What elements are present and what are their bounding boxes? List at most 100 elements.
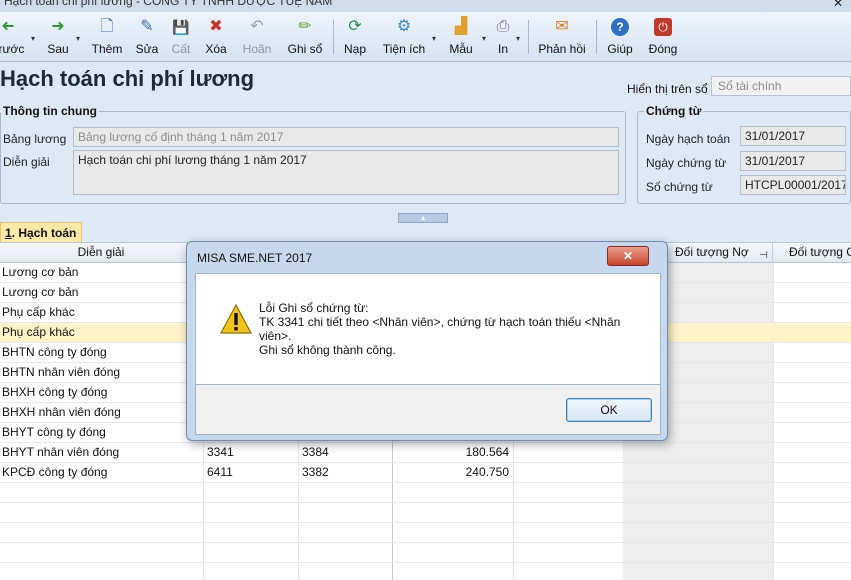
empty-table-row[interactable]: [0, 483, 851, 503]
tab-accounting[interactable]: 1. Hạch toán: [0, 222, 82, 242]
voucher-number-field[interactable]: HTCPL00001/2017: [740, 175, 846, 195]
arrow-right-icon: ➜: [51, 18, 65, 35]
dialog-message-line: Lỗi Ghi sổ chứng từ:: [259, 301, 369, 315]
general-info-group: Thông tin chung Bảng lương Bảng lương cố…: [0, 104, 626, 204]
tab-number: 1: [5, 226, 12, 240]
add-button[interactable]: 🗋 Thêm: [88, 14, 126, 60]
template-dropdown-arrow[interactable]: ▾: [479, 34, 489, 44]
dialog-footer: OK: [195, 385, 661, 435]
previous-button[interactable]: ➜ Trước: [0, 14, 28, 60]
empty-table-row[interactable]: [0, 563, 851, 580]
help-icon: ?: [611, 18, 629, 36]
salary-sheet-field[interactable]: Bảng lương cố định tháng 1 năm 2017: [73, 127, 619, 147]
feedback-label: Phản hồi: [538, 42, 586, 56]
cell-description[interactable]: Phụ cấp khác: [0, 323, 203, 343]
reload-button[interactable]: ⟳ Nạp: [340, 14, 370, 60]
delete-button[interactable]: ✖ Xóa: [200, 14, 232, 60]
add-label: Thêm: [91, 42, 123, 56]
cell-description[interactable]: BHYT nhân viên đóng: [0, 443, 203, 463]
template-chart-icon: ▟: [454, 18, 468, 35]
dialog-body: Lỗi Ghi sổ chứng từ: TK 3341 chi tiết th…: [195, 273, 661, 385]
dialog-close-button[interactable]: ✕: [607, 246, 649, 266]
dialog-message-line: viên>.: [259, 329, 292, 343]
error-dialog: MISA SME.NET 2017 ✕ Lỗi Ghi sổ chứng từ:…: [186, 241, 668, 441]
postpone-button[interactable]: ↶ Hoãn: [238, 14, 276, 60]
previous-dropdown-arrow[interactable]: ▾: [28, 34, 38, 44]
refresh-icon: ⟳: [348, 18, 362, 35]
print-dropdown-arrow[interactable]: ▾: [513, 34, 523, 44]
posting-date-field[interactable]: 31/01/2017: [740, 126, 846, 146]
toolbar-separator: [596, 20, 597, 54]
cell-description[interactable]: BHTN công ty đóng: [0, 343, 203, 363]
header-debit-object-label: Đối tượng Nợ: [675, 245, 749, 259]
cell-debit[interactable]: 3341: [203, 443, 298, 463]
help-button[interactable]: ? Giúp: [604, 14, 636, 60]
save-label: Cất: [171, 42, 191, 56]
cell-credit[interactable]: 3382: [298, 463, 392, 483]
help-label: Giúp: [607, 42, 633, 56]
cell-description[interactable]: BHYT công ty đóng: [0, 423, 203, 443]
cell-amount[interactable]: 180.564: [392, 443, 513, 463]
table-row[interactable]: BHYT nhân viên đóng 3341 3384 180.564: [0, 443, 851, 463]
edit-label: Sửa: [135, 42, 159, 56]
header-description[interactable]: Diễn giải: [0, 243, 203, 263]
ok-button[interactable]: OK: [566, 398, 652, 422]
cell-description[interactable]: Lương cơ bản: [0, 263, 203, 283]
dialog-message: Lỗi Ghi sổ chứng từ: TK 3341 chi tiết th…: [259, 301, 639, 357]
salary-sheet-label: Bảng lương: [3, 132, 67, 146]
utilities-button[interactable]: ⚙ Tiện ích: [380, 14, 428, 60]
header-credit-object[interactable]: Đối tượng Có: [773, 243, 851, 263]
pencil-icon: ✏: [298, 18, 312, 35]
utilities-dropdown-arrow[interactable]: ▾: [429, 34, 439, 44]
window-close-button[interactable]: ✕: [825, 0, 851, 12]
utilities-label: Tiện ích: [382, 42, 426, 56]
arrow-left-icon: ➜: [1, 18, 15, 35]
save-button[interactable]: 💾 Cất: [166, 14, 196, 60]
cell-description[interactable]: BHXH nhân viên đóng: [0, 403, 203, 423]
table-row[interactable]: KPCĐ công ty đóng 6411 3382 240.750: [0, 463, 851, 483]
general-info-title: Thông tin chung: [1, 104, 99, 118]
mail-icon: ✉: [555, 18, 569, 35]
feedback-button[interactable]: ✉ Phản hồi: [536, 14, 588, 60]
delete-label: Xóa: [205, 42, 227, 56]
empty-table-row[interactable]: [0, 523, 851, 543]
warning-icon: [220, 304, 252, 334]
cell-debit[interactable]: 6411: [203, 463, 298, 483]
toolbar-separator: [528, 20, 529, 54]
template-button[interactable]: ▟ Mẫu: [444, 14, 478, 60]
voucher-group: Chứng từ Ngày hạch toán 31/01/2017 Ngày …: [637, 104, 851, 204]
cell-description[interactable]: Lương cơ bản: [0, 283, 203, 303]
toolbar-separator: [333, 20, 334, 54]
edit-button[interactable]: ✎ Sửa: [132, 14, 162, 60]
add-document-icon: 🗋: [100, 18, 114, 35]
post-button[interactable]: ✏ Ghi sổ: [284, 14, 326, 60]
delete-icon: ✖: [209, 18, 223, 35]
cell-description[interactable]: Phụ cấp khác: [0, 303, 203, 323]
window-title: Hạch toán chi phí lương - CÔNG TY TNHH D…: [4, 0, 333, 8]
cell-description[interactable]: BHTN nhân viên đóng: [0, 363, 203, 383]
post-label: Ghi sổ: [287, 42, 323, 56]
pin-icon[interactable]: ⊣: [759, 246, 768, 263]
dialog-title: MISA SME.NET 2017: [197, 251, 313, 265]
toolbar: ➜ Trước ▾ ➜ Sau ▾ 🗋 Thêm ✎ Sửa 💾 Cất ✖ X…: [0, 12, 851, 62]
cell-description[interactable]: BHXH công ty đóng: [0, 383, 203, 403]
next-label: Sau: [47, 42, 69, 56]
posting-date-label: Ngày hạch toán: [646, 132, 731, 146]
next-button[interactable]: ➜ Sau: [42, 14, 74, 60]
voucher-number-label: Số chứng từ: [646, 180, 713, 194]
cell-credit[interactable]: 3384: [298, 443, 392, 463]
empty-table-row[interactable]: [0, 503, 851, 523]
cell-description[interactable]: KPCĐ công ty đóng: [0, 463, 203, 483]
empty-table-row[interactable]: [0, 543, 851, 563]
close-button[interactable]: ⏻ Đóng: [646, 14, 680, 60]
next-dropdown-arrow[interactable]: ▾: [73, 34, 83, 44]
dialog-message-line: TK 3341 chi tiết theo <Nhân viên>, chứng…: [259, 315, 621, 329]
cell-amount[interactable]: 240.750: [392, 463, 513, 483]
description-field[interactable]: Hạch toán chi phí lương tháng 1 năm 2017: [73, 150, 619, 195]
close-label: Đóng: [648, 42, 678, 56]
window-title-bar: Hạch toán chi phí lương - CÔNG TY TNHH D…: [0, 0, 851, 12]
save-icon: 💾: [172, 19, 190, 35]
voucher-date-field[interactable]: 31/01/2017: [740, 151, 846, 171]
collapse-panel-button[interactable]: ▴: [398, 213, 448, 223]
display-on-book-select[interactable]: Sổ tài chính: [711, 76, 851, 96]
